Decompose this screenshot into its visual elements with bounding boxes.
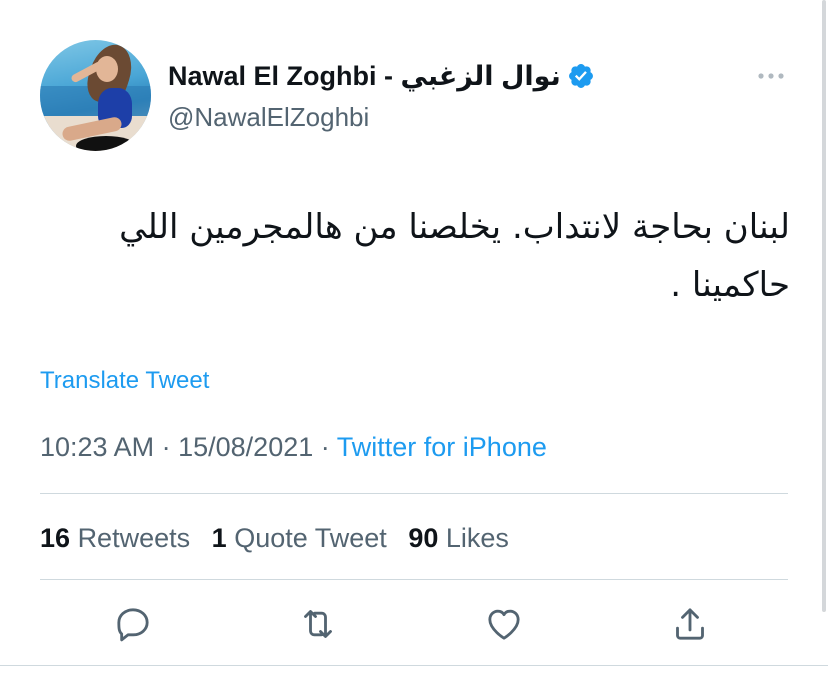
tweet-header: Nawal El Zoghbi - نوال الزغبي @NawalElZo… xyxy=(40,40,790,152)
verified-badge-icon xyxy=(567,62,595,90)
tweet-source[interactable]: Twitter for iPhone xyxy=(337,432,547,462)
tweet-time[interactable]: 10:23 AM xyxy=(40,432,154,462)
likes-count: 90 xyxy=(408,523,439,553)
likes-label: Likes xyxy=(445,523,509,553)
tweet-meta: 10:23 AM · 15/08/2021 · Twitter for iPho… xyxy=(40,430,547,464)
meta-separator: · xyxy=(320,432,330,462)
divider xyxy=(0,665,828,666)
tweet-actions-bar xyxy=(40,600,788,650)
display-name-text: Nawal El Zoghbi - نوال الزغبي xyxy=(168,61,561,91)
divider xyxy=(40,579,788,580)
retweet-icon xyxy=(304,610,332,638)
avatar-tire xyxy=(76,136,136,151)
quotes-label: Quote Tweet xyxy=(234,523,387,553)
likes-stat[interactable]: 90 Likes xyxy=(408,523,509,553)
next-item-hint xyxy=(340,682,400,690)
translate-tweet-link[interactable]: Translate Tweet xyxy=(40,366,209,396)
share-button[interactable] xyxy=(670,604,714,648)
display-name[interactable]: Nawal El Zoghbi - نوال الزغبي xyxy=(168,58,595,94)
quotes-stat[interactable]: 1 Quote Tweet xyxy=(212,523,395,553)
more-options-icon[interactable] xyxy=(756,66,786,86)
scrollbar[interactable] xyxy=(822,0,826,612)
reply-icon xyxy=(117,608,149,642)
tweet-date[interactable]: 15/08/2021 xyxy=(178,432,313,462)
share-icon xyxy=(676,608,704,640)
retweets-stat[interactable]: 16 Retweets xyxy=(40,523,198,553)
meta-separator: · xyxy=(161,432,171,462)
divider xyxy=(40,493,788,494)
retweets-count: 16 xyxy=(40,523,71,553)
retweets-label: Retweets xyxy=(77,523,191,553)
tweet-detail-page: Nawal El Zoghbi - نوال الزغبي @NawalElZo… xyxy=(0,0,828,690)
quotes-count: 1 xyxy=(211,523,227,553)
avatar[interactable] xyxy=(40,40,151,151)
user-handle[interactable]: @NawalElZoghbi xyxy=(168,100,369,134)
like-button[interactable] xyxy=(484,604,528,648)
reply-button[interactable] xyxy=(113,604,157,648)
retweet-button[interactable] xyxy=(298,604,342,648)
tweet-text: لبنان بحاجة لانتداب. يخلصنا من هالمجرمين… xyxy=(119,207,790,305)
tweet-stats: 16 Retweets 1 Quote Tweet 90 Likes xyxy=(40,520,523,556)
heart-icon xyxy=(488,609,520,640)
